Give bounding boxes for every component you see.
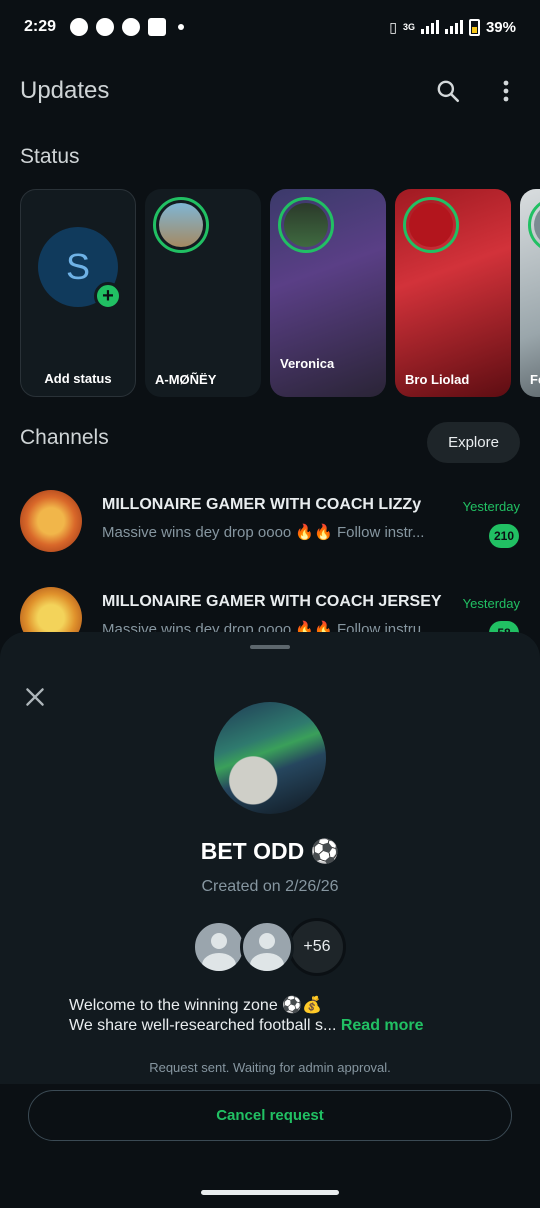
follower-avatar (192, 920, 246, 974)
system-status-bar: 2:29 ▯ 3G 39% (0, 0, 540, 54)
vibrate-icon: ▯ (389, 18, 397, 35)
signal-icon-2 (444, 20, 463, 34)
channel-description: Welcome to the winning zone ⚽💰 We share … (69, 996, 489, 1036)
battery-level: 39% (485, 18, 516, 36)
channel-name: MILLONAIRE GAMER WITH COACH LIZZy (102, 496, 422, 513)
close-icon[interactable] (22, 684, 50, 712)
unread-badge: 210 (488, 524, 519, 548)
follower-avatars: +56 (192, 918, 346, 976)
channel-preview: Massive wins dey drop oooo 🔥🔥 Follow ins… (102, 524, 425, 541)
add-icon: + (94, 282, 122, 310)
status-card-label: Veronica (280, 356, 335, 371)
status-ring (403, 197, 459, 253)
gesture-nav-bar[interactable] (201, 1190, 339, 1195)
description-line-2: We share well-researched football s... (69, 1017, 337, 1034)
description-line-1: Welcome to the winning zone ⚽💰 (69, 997, 322, 1014)
messenger-icon (70, 18, 89, 36)
status-card-label: A-MØÑËY (155, 372, 217, 387)
battery-icon (468, 18, 480, 36)
notification-icons (70, 18, 185, 36)
follower-avatar (240, 920, 294, 974)
chat-bubble-icon (96, 18, 115, 36)
signal-icon (420, 20, 439, 34)
status-card[interactable]: Fe (520, 189, 540, 397)
status-section-title: Status (20, 145, 80, 168)
channel-avatar (20, 490, 82, 552)
followers-more-count: +56 (288, 918, 346, 976)
status-carousel: S + Add status A-MØÑËY Veronica Bro Liol… (20, 189, 540, 397)
channel-row[interactable]: MILLONAIRE GAMER WITH COACH LIZZy Massiv… (20, 490, 520, 554)
drag-handle[interactable] (250, 645, 290, 649)
channel-time: Yesterday (462, 499, 520, 514)
status-ring (153, 197, 209, 253)
more-notifications-dot (178, 24, 185, 30)
channel-title: BET ODD ⚽ (200, 838, 340, 864)
read-more-link[interactable]: Read more (341, 1017, 424, 1034)
add-status-card[interactable]: S + Add status (20, 189, 136, 397)
add-status-label: Add status (44, 371, 112, 386)
facebook-icon (122, 18, 141, 36)
request-status-note: Request sent. Waiting for admin approval… (149, 1060, 391, 1075)
cancel-request-button[interactable]: Cancel request (28, 1090, 512, 1141)
channel-name: MILLONAIRE GAMER WITH COACH JERSEY (102, 593, 442, 610)
network-type: 3G (402, 22, 415, 32)
page-title: Updates (20, 77, 110, 104)
more-vertical-icon[interactable] (492, 77, 520, 105)
status-ring (528, 197, 540, 253)
channel-time: Yesterday (462, 596, 520, 611)
clock: 2:29 (24, 18, 57, 35)
status-card[interactable]: Veronica (270, 189, 386, 397)
system-indicators: ▯ 3G 39% (389, 18, 516, 36)
channel-photo (214, 702, 326, 814)
app-bar: Updates (20, 66, 520, 116)
status-ring (278, 197, 334, 253)
status-card-label: Bro Liolad (405, 372, 470, 387)
channels-section-title: Channels (20, 426, 109, 449)
status-card[interactable]: Bro Liolad (395, 189, 511, 397)
app-notification-icon (148, 18, 167, 36)
channel-created-date: Created on 2/26/26 (201, 878, 339, 895)
status-card-label: Fe (530, 372, 540, 387)
search-icon[interactable] (434, 77, 462, 105)
status-card[interactable]: A-MØÑËY (145, 189, 261, 397)
explore-button[interactable]: Explore (427, 422, 520, 463)
channel-preview-sheet: BET ODD ⚽ Created on 2/26/26 +56 Welcome… (0, 632, 540, 1208)
